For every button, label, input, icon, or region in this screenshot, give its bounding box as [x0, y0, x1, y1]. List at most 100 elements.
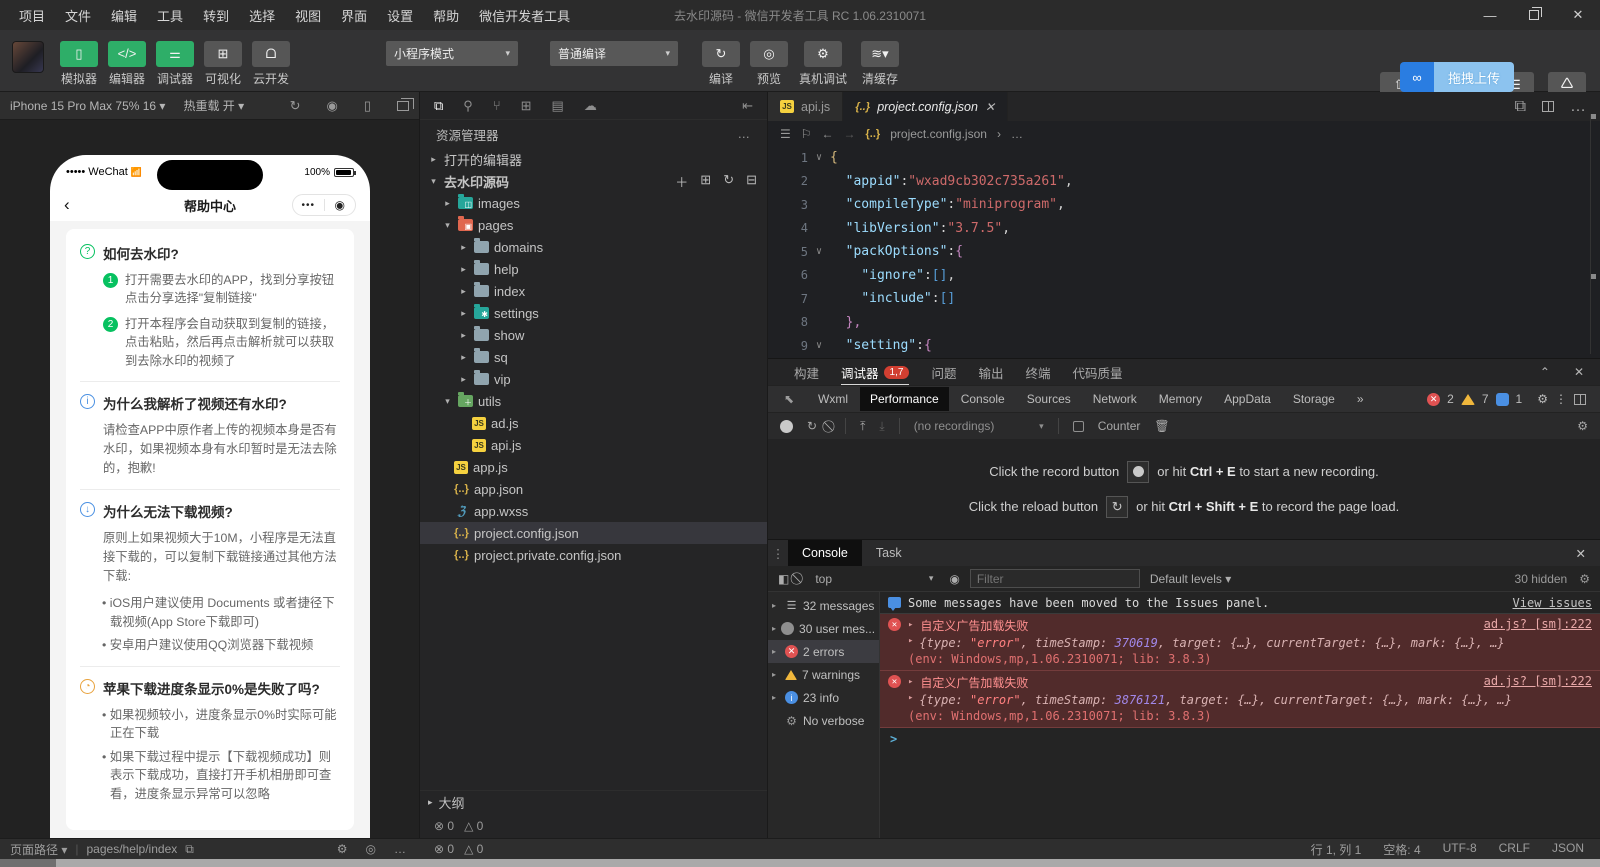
collapse-all-icon[interactable]: ⊟ [746, 172, 757, 191]
tree-section-project-root[interactable]: ▾ 去水印源码 ＋ ⊞ ↻ ⊟ [420, 170, 767, 192]
menu-select[interactable]: 选择 [240, 2, 284, 29]
fold-icon[interactable]: ∨ [808, 340, 830, 351]
clear-cache-button[interactable]: ≋▾ 清缓存 [856, 41, 904, 87]
bookmark-icon[interactable]: ⚐ [801, 127, 812, 141]
menu-settings[interactable]: 设置 [378, 2, 422, 29]
tree-folder-domains[interactable]: ▸ domains [420, 236, 767, 258]
forward-arrow-icon[interactable]: → [844, 127, 856, 141]
recordings-dropdown[interactable]: (no recordings)▾ [914, 419, 1044, 433]
close-tab-icon[interactable]: ✕ [985, 100, 995, 114]
devtools-settings-icon[interactable]: ⚙ [1537, 392, 1548, 406]
device-selector[interactable]: iPhone 15 Pro Max 75% 16 ▾ [10, 99, 165, 113]
context-dropdown[interactable]: top▾ [809, 569, 939, 589]
drag-handle-icon[interactable]: ⋮ [768, 546, 788, 561]
new-folder-icon[interactable]: ⊞ [700, 172, 711, 191]
menu-devtools[interactable]: 微信开发者工具 [470, 2, 579, 29]
filter-info[interactable]: ▸i23 info [768, 686, 879, 709]
tab-build[interactable]: 构建 [794, 359, 819, 385]
editor-scrollbar[interactable] [1590, 114, 1597, 354]
more-tabs-icon[interactable]: » [1347, 387, 1374, 411]
outline-icon[interactable]: ☰ [780, 127, 791, 141]
tree-file-app-wxss[interactable]: ℨ app.wxss [420, 500, 767, 522]
expand-icon[interactable]: ▸ [908, 693, 913, 707]
view-issues-link[interactable]: View issues [1513, 596, 1592, 610]
page-path-dropdown[interactable]: 页面路径 ▾ [10, 841, 67, 858]
capture-settings-icon[interactable]: ⚙ [1577, 419, 1588, 433]
devtools-tab-appdata[interactable]: AppData [1214, 387, 1281, 411]
minimize-button[interactable]: — [1468, 0, 1512, 30]
source-control-icon[interactable]: ⑂ [493, 98, 501, 113]
tree-file-app-js[interactable]: JS app.js [420, 456, 767, 478]
cloud-icon[interactable]: ☁ [584, 98, 597, 114]
menu-tools[interactable]: 工具 [148, 2, 192, 29]
tree-folder-index[interactable]: ▸ index [420, 280, 767, 302]
watch-icon[interactable]: ◎ [366, 842, 376, 856]
more-options-icon[interactable]: ⋮ [1555, 392, 1567, 406]
load-profile-icon[interactable]: ⤒ [860, 419, 865, 434]
tree-file-app-json[interactable]: {..} app.json [420, 478, 767, 500]
new-file-icon[interactable]: ＋ [675, 172, 688, 191]
dock-side-icon[interactable] [1574, 394, 1586, 405]
code-area[interactable]: 1∨{ 2 "appid": "wxad9cb302c735a261", 3 "… [768, 146, 1600, 358]
filter-verbose[interactable]: ⚙No verbose [768, 709, 879, 732]
record-icon[interactable]: ◉ [327, 98, 338, 114]
more-actions-icon[interactable]: … [738, 127, 752, 141]
visualizer-toggle-button[interactable]: ⊞ 可视化 [202, 41, 244, 87]
debugger-toggle-button[interactable]: ⚌ 调试器 [154, 41, 196, 87]
warning-count[interactable]: △ 0 [464, 842, 483, 856]
message-count[interactable]: 1 [1516, 392, 1523, 406]
collapse-panel-icon[interactable]: ⌃ [1540, 365, 1550, 379]
inspect-element-icon[interactable]: ⬉ [776, 392, 802, 406]
compile-button[interactable]: ↻ 编译 [700, 41, 742, 87]
close-button[interactable]: ✕ [1556, 0, 1600, 30]
outline-section[interactable]: ▸ 大纲 [420, 790, 767, 814]
multi-window-icon[interactable] [397, 101, 409, 111]
tree-folder-show[interactable]: ▸ show [420, 324, 767, 346]
console-error-entry[interactable]: ✕ ▸ 自定义广告加载失败 ad.js? [sm]:222 ▸ {type: "… [880, 614, 1600, 671]
console-prompt[interactable]: > [880, 728, 1600, 750]
expand-icon[interactable]: ▸ [908, 636, 913, 650]
collapse-sidebar-icon[interactable]: ⇤ [742, 98, 753, 114]
refresh-icon[interactable]: ↻ [723, 172, 734, 191]
split-editor-icon[interactable] [1542, 101, 1554, 112]
devtools-tab-memory[interactable]: Memory [1149, 387, 1212, 411]
language-mode[interactable]: JSON [1552, 841, 1584, 858]
tree-folder-help[interactable]: ▸ help [420, 258, 767, 280]
remote-debug-button[interactable]: ⚙ 真机调试 [796, 41, 850, 87]
filter-warnings[interactable]: ▸7 warnings [768, 663, 879, 686]
tree-file-api-js[interactable]: JS api.js [420, 434, 767, 456]
tab-console[interactable]: Console [788, 540, 862, 566]
rotate-icon[interactable]: ↻ [290, 98, 301, 114]
console-error-entry[interactable]: ✕ ▸ 自定义广告加载失败 ad.js? [sm]:222 ▸ {type: "… [880, 671, 1600, 728]
error-count[interactable]: ⊗ 0 [434, 842, 454, 856]
menu-help[interactable]: 帮助 [424, 2, 468, 29]
eye-icon[interactable]: ◉ [949, 572, 959, 586]
filter-input[interactable] [970, 569, 1140, 588]
files-icon[interactable]: ⧉ [434, 98, 443, 114]
filter-user-messages[interactable]: ▸30 user mes... [768, 617, 879, 640]
tree-file-project-config-json[interactable]: {..} project.config.json [420, 522, 767, 544]
sidebar-toggle-icon[interactable]: ◧ [778, 572, 789, 586]
user-avatar[interactable] [12, 41, 44, 73]
error-count[interactable]: 2 [1447, 392, 1454, 406]
warning-count[interactable]: 7 [1482, 392, 1489, 406]
devtools-tab-performance[interactable]: Performance [860, 387, 949, 411]
tree-file-ad-js[interactable]: JS ad.js [420, 412, 767, 434]
tree-folder-utils[interactable]: ▾ ＋ utils [420, 390, 767, 412]
devtools-tab-console[interactable]: Console [951, 387, 1015, 411]
cursor-position[interactable]: 行 1, 列 1 [1311, 841, 1362, 858]
tab-task[interactable]: Task [862, 540, 916, 566]
fold-icon[interactable]: ∨ [808, 246, 830, 257]
menu-goto[interactable]: 转到 [194, 2, 238, 29]
open-changes-icon[interactable]: ⧉ [1515, 98, 1526, 116]
extensions-icon[interactable]: ⊞ [521, 98, 532, 114]
encoding-setting[interactable]: UTF-8 [1443, 841, 1477, 858]
breadcrumb-file[interactable]: project.config.json [890, 127, 987, 141]
save-profile-icon[interactable]: ⤓ [879, 419, 884, 434]
tab-debugger[interactable]: 调试器 1,7 [841, 359, 909, 385]
tab-api-js[interactable]: JS api.js [768, 92, 843, 121]
source-link[interactable]: ad.js? [sm]:222 [1484, 617, 1592, 631]
close-panel-icon[interactable]: ✕ [1574, 365, 1584, 379]
tree-file-project-private-config-json[interactable]: {..} project.private.config.json [420, 544, 767, 566]
bug-icon[interactable]: ⚙ [337, 842, 348, 856]
